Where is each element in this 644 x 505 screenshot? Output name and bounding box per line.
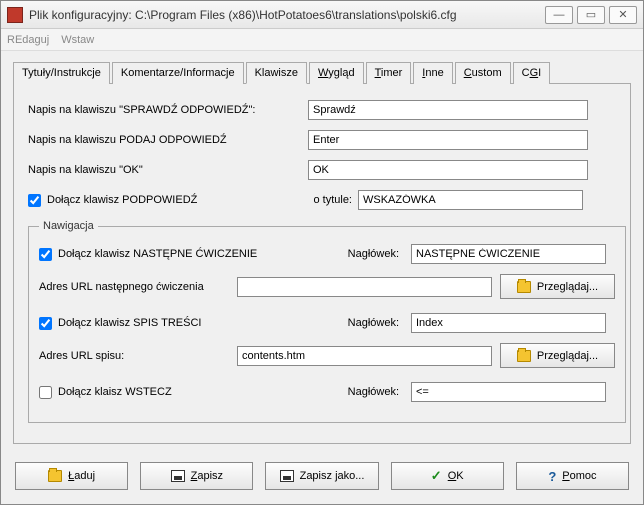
give-answer-label: Napis na klawiszu PODAJ ODPOWIEDŹ bbox=[28, 134, 308, 146]
toc-header-label: Nagłówek: bbox=[337, 317, 403, 329]
hint-title-input[interactable] bbox=[358, 190, 583, 210]
back-header-input[interactable] bbox=[411, 382, 606, 402]
load-button[interactable]: Ładuj bbox=[15, 462, 128, 490]
tab-cgi[interactable]: CGI bbox=[513, 62, 551, 84]
next-url-label: Adres URL następnego ćwiczenia bbox=[39, 281, 229, 293]
include-hint-checkbox[interactable] bbox=[28, 194, 41, 207]
toc-browse-button[interactable]: Przeglądaj... bbox=[500, 343, 615, 368]
tab-custom[interactable]: Custom bbox=[455, 62, 511, 84]
give-answer-input[interactable] bbox=[308, 130, 588, 150]
app-icon bbox=[7, 7, 23, 23]
folder-icon bbox=[517, 350, 531, 362]
menu-edit[interactable]: REdaguj bbox=[7, 34, 49, 46]
check-answer-input[interactable] bbox=[308, 100, 588, 120]
save-button[interactable]: Zapisz bbox=[140, 462, 253, 490]
toc-url-label: Adres URL spisu: bbox=[39, 350, 229, 362]
include-next-checkbox[interactable] bbox=[39, 248, 52, 261]
window-title: Plik konfiguracyjny: C:\Program Files (x… bbox=[29, 8, 545, 22]
next-header-label: Nagłówek: bbox=[337, 248, 403, 260]
hint-title-label: o tytule: bbox=[308, 194, 358, 206]
tab-comments[interactable]: Komentarze/Informacje bbox=[112, 62, 244, 84]
tab-panel: Napis na klawiszu "SPRAWDŹ ODPOWIEDŹ": N… bbox=[13, 84, 631, 444]
help-icon: ? bbox=[548, 469, 556, 484]
include-toc-label: Dołącz klawisz SPIS TREŚCI bbox=[58, 317, 201, 329]
include-hint-label: Dołącz klawisz PODPOWIEDŹ bbox=[47, 194, 197, 206]
include-next-label: Dołącz klawisz NASTĘPNE ĆWICZENIE bbox=[58, 248, 257, 260]
next-url-input[interactable] bbox=[237, 277, 492, 297]
ok-button[interactable]: ✓ OK bbox=[391, 462, 504, 490]
folder-icon bbox=[517, 281, 531, 293]
maximize-button[interactable]: ▭ bbox=[577, 6, 605, 24]
include-back-label: Dołącz klaisz WSTECZ bbox=[58, 386, 172, 398]
next-header-input[interactable] bbox=[411, 244, 606, 264]
minimize-button[interactable]: — bbox=[545, 6, 573, 24]
toc-header-input[interactable] bbox=[411, 313, 606, 333]
tab-other[interactable]: Inne bbox=[413, 62, 452, 84]
include-back-checkbox[interactable] bbox=[39, 386, 52, 399]
tab-look[interactable]: Wygląd bbox=[309, 62, 364, 84]
next-browse-button[interactable]: Przeglądaj... bbox=[500, 274, 615, 299]
save-as-button[interactable]: Zapisz jako... bbox=[265, 462, 378, 490]
tab-keys[interactable]: Klawisze bbox=[246, 62, 307, 84]
save-icon bbox=[280, 470, 294, 482]
check-icon: ✓ bbox=[431, 468, 442, 484]
ok-caption-label: Napis na klawiszu "OK" bbox=[28, 164, 308, 176]
help-button[interactable]: ? Pomoc bbox=[516, 462, 629, 490]
menu-insert[interactable]: Wstaw bbox=[61, 34, 94, 46]
tabs: Tytuły/Instrukcje Komentarze/Informacje … bbox=[13, 61, 631, 84]
navigation-legend: Nawigacja bbox=[39, 220, 98, 232]
close-button[interactable]: ✕ bbox=[609, 6, 637, 24]
tab-titles[interactable]: Tytuły/Instrukcje bbox=[13, 62, 110, 84]
check-answer-label: Napis na klawiszu "SPRAWDŹ ODPOWIEDŹ": bbox=[28, 104, 308, 116]
tab-timer[interactable]: Timer bbox=[366, 62, 412, 84]
toc-url-input[interactable] bbox=[237, 346, 492, 366]
menubar: REdaguj Wstaw bbox=[1, 29, 643, 51]
save-icon bbox=[171, 470, 185, 482]
folder-icon bbox=[48, 470, 62, 482]
back-header-label: Nagłówek: bbox=[337, 386, 403, 398]
titlebar: Plik konfiguracyjny: C:\Program Files (x… bbox=[1, 1, 643, 29]
include-toc-checkbox[interactable] bbox=[39, 317, 52, 330]
ok-caption-input[interactable] bbox=[308, 160, 588, 180]
footer-buttons: Ładuj Zapisz Zapisz jako... ✓ OK ? Pomoc bbox=[1, 452, 643, 500]
navigation-group: Nawigacja Dołącz klawisz NASTĘPNE ĆWICZE… bbox=[28, 220, 626, 423]
